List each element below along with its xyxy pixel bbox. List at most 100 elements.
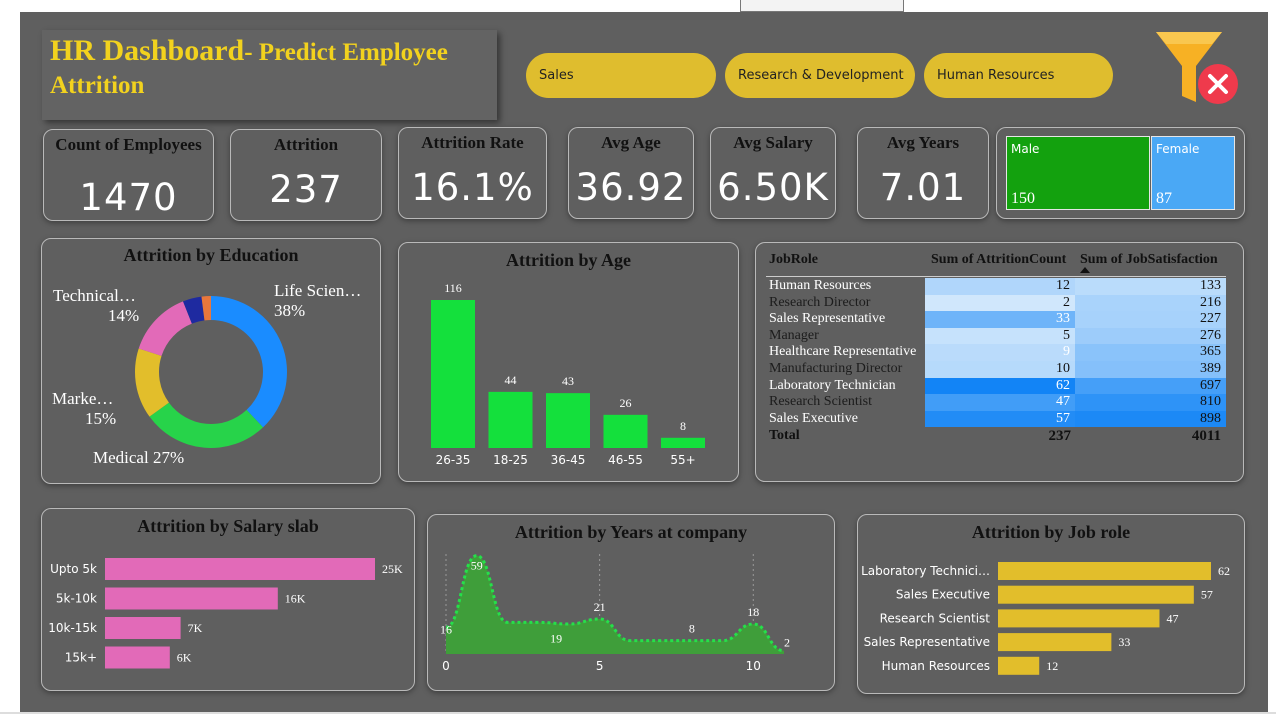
age-bar[interactable]: [546, 393, 590, 448]
gender-tile-male[interactable]: Male 150: [1006, 136, 1150, 210]
table-header-attrition[interactable]: Sum of AttritionCount: [931, 252, 1066, 268]
jobrole-bar-value: 47: [1166, 611, 1178, 625]
age-bar-value: 116: [444, 281, 462, 295]
salary-bar-value: 6K: [177, 651, 192, 665]
table-total-attrition: 237: [1048, 428, 1072, 444]
slicer-human-resources[interactable]: Human Resources: [924, 53, 1113, 98]
years-area-chart: 0 5 10 16 59 19 21 8 18 2: [440, 554, 790, 673]
age-bar[interactable]: [603, 414, 648, 448]
kpi-years-value: 7.01: [879, 166, 967, 209]
years-point-label: 8: [689, 622, 695, 636]
table-cell-satisfaction: 898: [1075, 410, 1226, 428]
years-tick-label: 0: [442, 659, 450, 673]
salary-bar[interactable]: [105, 587, 278, 610]
years-point-label: 21: [594, 600, 606, 614]
table-row[interactable]: Manager 5 276: [769, 327, 1226, 345]
years-point-label: 2: [784, 636, 790, 650]
table-row[interactable]: Research Director 2 216: [769, 294, 1226, 312]
age-category-label: 26-35: [436, 453, 471, 467]
kpi-age-label: Avg Age: [601, 133, 661, 152]
kpi-count-employees: Count of Employees 1470: [43, 129, 214, 221]
slicer-research-development[interactable]: Research & Development: [725, 53, 915, 98]
edu-pct-life: 38%: [274, 301, 306, 320]
table-cell-satisfaction: 216: [1075, 294, 1226, 312]
table-cell-role: Human Resources: [769, 278, 872, 293]
kpi-age-value: 36.92: [575, 166, 687, 209]
top-tab[interactable]: [740, 0, 904, 12]
table-cell-attrition: 10: [925, 361, 1075, 378]
salary-category-label: 10k-15k: [48, 621, 97, 635]
table-cell-attrition: 12: [925, 278, 1075, 295]
years-point-label: 19: [550, 631, 562, 645]
years-point-label: 59: [471, 559, 483, 573]
edu-label-technical: Technical…: [53, 286, 136, 305]
table-row[interactable]: Manufacturing Director 10 389: [769, 361, 1226, 378]
years-tick-label: 10: [746, 659, 761, 673]
jobrole-bar[interactable]: [998, 656, 1040, 675]
table-cell-role: Sales Representative: [769, 311, 886, 327]
table-row[interactable]: Sales Executive 57 898: [769, 410, 1226, 428]
kpi-count-value: 1470: [79, 176, 178, 219]
salary-bar[interactable]: [105, 646, 170, 669]
table-cell-role: Healthcare Representative: [769, 344, 917, 360]
edu-pct-marketing: 15%: [85, 409, 117, 428]
edu-label-medical: Medical 27%: [93, 448, 185, 467]
table-row[interactable]: Laboratory Technician 62 697: [769, 377, 1226, 395]
kpi-avg-years: Avg Years 7.01: [857, 127, 989, 219]
education-chart-title: Attrition by Education: [123, 245, 299, 265]
table-row[interactable]: Research Scientist 47 810: [769, 394, 1226, 411]
years-point-label: 18: [747, 605, 759, 619]
jobrole-bar[interactable]: [998, 562, 1211, 580]
donut-slice[interactable]: [149, 402, 264, 448]
kpi-attrition: Attrition 237: [230, 129, 382, 221]
salary-bar[interactable]: [105, 558, 375, 580]
title-suffix-text: - Predict Employee: [244, 39, 448, 66]
table-cell-attrition: 9: [925, 344, 1075, 361]
table-cell-attrition: 2: [925, 294, 1075, 312]
age-bar[interactable]: [488, 391, 533, 448]
table-cell-attrition: 47: [925, 394, 1075, 411]
age-bar-value: 44: [505, 373, 517, 387]
kpi-years-label: Avg Years: [886, 133, 960, 152]
table-cell-satisfaction: 810: [1075, 394, 1226, 411]
table-cell-satisfaction: 697: [1075, 377, 1226, 395]
kpi-count-label: Count of Employees: [55, 135, 202, 154]
female-label: Female: [1156, 142, 1200, 156]
kpi-attrition-value: 237: [269, 168, 343, 211]
age-category-label: 55+: [670, 453, 695, 467]
age-bar[interactable]: [661, 437, 705, 448]
table-row[interactable]: Healthcare Representative 9 365: [769, 344, 1226, 361]
salary-category-label: 15k+: [65, 651, 97, 665]
education-donut: [135, 296, 287, 448]
salary-category-label: 5k-10k: [56, 592, 97, 606]
jobrole-bar[interactable]: [998, 633, 1112, 652]
jobrole-bar[interactable]: [998, 585, 1194, 604]
table-total-satisfaction: 4011: [1191, 428, 1221, 444]
salary-bar[interactable]: [105, 617, 181, 639]
years-tick-label: 5: [596, 659, 604, 673]
funnel-clear-icon[interactable]: [1152, 30, 1242, 108]
title-line2-text: Attrition: [50, 72, 145, 99]
table-row[interactable]: Human Resources 12 133: [769, 278, 1226, 295]
age-category-label: 46-55: [608, 453, 643, 467]
table-cell-attrition: 62: [925, 377, 1075, 395]
age-category-label: 18-25: [493, 453, 528, 467]
table-cell-attrition: 57: [925, 410, 1075, 428]
slicer-sales[interactable]: Sales: [526, 53, 716, 98]
male-label: Male: [1011, 142, 1040, 156]
table-cell-satisfaction: 276: [1075, 327, 1226, 345]
gender-tile-female[interactable]: Female 87: [1151, 136, 1235, 210]
age-bar-value: 26: [620, 396, 632, 410]
edu-pct-technical: 14%: [108, 306, 140, 325]
jobrole-bar[interactable]: [998, 609, 1160, 628]
table-row[interactable]: Sales Representative 33 227: [769, 311, 1226, 328]
sort-ascending-icon[interactable]: [1080, 267, 1090, 273]
jobrole-category-label: Research Scientist: [880, 611, 991, 625]
age-bar[interactable]: [431, 300, 475, 448]
jobrole-bar-value: 62: [1218, 564, 1230, 578]
table-header-jobrole[interactable]: JobRole: [769, 252, 818, 268]
salary-bar-value: 16K: [285, 592, 306, 606]
donut-slice[interactable]: [138, 301, 192, 356]
table-header-satisfaction[interactable]: Sum of JobSatisfaction: [1080, 252, 1218, 268]
years-area[interactable]: [446, 555, 784, 654]
